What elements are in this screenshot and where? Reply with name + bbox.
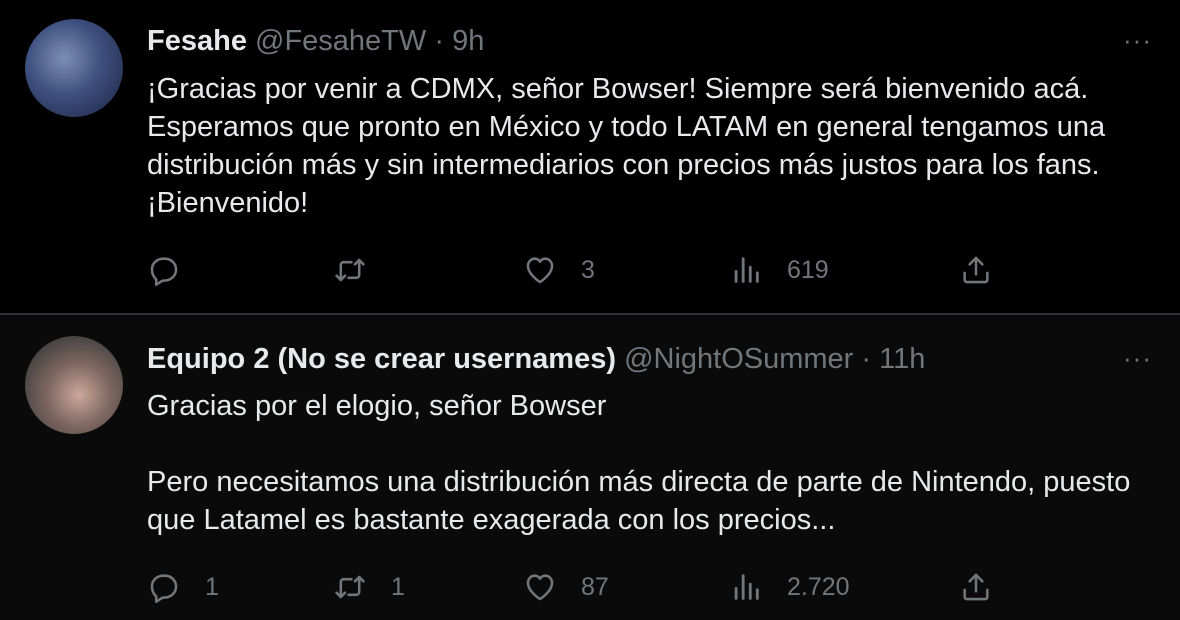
like-button[interactable]: 3 [523,250,595,290]
avatar[interactable] [25,336,123,434]
share-icon [963,256,989,284]
tweet[interactable]: Equipo 2 (No se crear usernames) @NightO… [0,315,1180,620]
avatar[interactable] [25,19,123,117]
views-button[interactable]: 619 [729,250,829,290]
share-icon [963,573,989,601]
timestamp[interactable]: 9h [452,25,484,57]
like-count: 3 [581,255,595,284]
view-count: 619 [787,255,829,284]
reply-button[interactable]: 1 [147,567,219,607]
share-button[interactable] [959,567,993,607]
share-button[interactable] [959,250,993,290]
action-bar: 1 1 87 2.720 [147,567,1007,607]
reply-icon [150,257,178,287]
reply-icon [150,574,178,604]
views-icon [734,574,759,600]
heart-icon [526,257,554,284]
user-handle[interactable]: @NightOSummer [624,343,853,375]
user-handle[interactable]: @FesaheTW [255,25,426,57]
views-button[interactable]: 2.720 [729,567,850,607]
retweet-icon [335,575,365,599]
display-name[interactable]: Equipo 2 (No se crear usernames) [147,343,616,375]
timestamp[interactable]: 11h [879,343,925,375]
reply-count: 1 [205,572,219,601]
retweet-icon [335,258,365,282]
tweet-header: Equipo 2 (No se crear usernames) @NightO… [147,341,925,377]
more-icon[interactable]: ··· [1123,345,1152,371]
view-count: 2.720 [787,572,850,601]
tweet-header: Fesahe @FesaheTW · 9h [147,23,484,59]
retweet-button[interactable] [333,250,391,290]
tweet[interactable]: Fesahe @FesaheTW · 9h ··· ¡Gracias por v… [0,0,1180,313]
separator: · [434,25,445,57]
action-bar: 3 619 [147,250,1007,290]
retweet-count: 1 [391,572,405,601]
like-count: 87 [581,572,609,601]
views-icon [734,257,759,283]
more-icon[interactable]: ··· [1123,27,1152,53]
reply-button[interactable] [147,250,205,290]
separator: · [861,343,872,375]
like-button[interactable]: 87 [523,567,609,607]
heart-icon [526,574,554,601]
display-name[interactable]: Fesahe [147,25,247,57]
retweet-button[interactable]: 1 [333,567,405,607]
tweet-text: ¡Gracias por venir a CDMX, señor Bowser!… [147,73,1106,219]
tweet-text: Gracias por el elogio, señor Bowser Pero… [147,390,1131,536]
